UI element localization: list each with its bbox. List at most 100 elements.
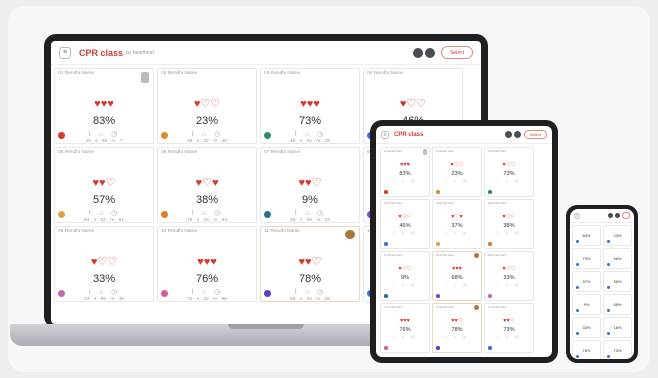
metric-icons: ⌇ ⌂ ◷ [190, 130, 224, 138]
metric-values: 75 s 15 m 63 [187, 218, 227, 223]
student-card[interactable]: 11 Rendhi Name ♥♥♡ 78% ⌇ ⌂ ◷ [432, 303, 482, 353]
student-card[interactable]: 07 Rendhi Name ♥♡♡ 9% ⌇ ⌂ ◷ [380, 251, 430, 301]
phone-hamburger-icon[interactable]: ≡ [574, 212, 580, 219]
student-avatar [264, 289, 271, 297]
phone-student-card[interactable]: 23% [603, 225, 632, 246]
user-dot-button[interactable] [425, 47, 436, 58]
score-percent: 73% [613, 348, 622, 353]
student-card[interactable]: 08 Rendhi Name ♥♥♥ 68% ⌇ ⌂ ◷ [432, 251, 482, 301]
student-card[interactable]: 10 Rendhi Name ♥♥♥ 76% ⌇ ⌂ ◷ 75 s 22 m 68 [157, 226, 257, 302]
metric-values: 23 s 65 m 7 [85, 139, 123, 144]
student-card[interactable]: 09 Rendhi Name ♥♡♡ 33% ⌇ ⌂ ◷ 33 s 65 m 38 [54, 226, 154, 302]
phone-student-card[interactable]: 83% [572, 225, 601, 246]
phone-student-card[interactable]: 57% [572, 271, 601, 292]
heart-filled-icon: ♥ [313, 98, 320, 111]
phone-student-card[interactable]: 38% [603, 271, 632, 292]
laptop-hinge [228, 324, 304, 329]
tablet-select-button[interactable]: Select [523, 130, 547, 139]
student-card[interactable]: 07 Rendhi Name ♥♥♡ 9% ⌇ ⌂ ◷ 48 s 28 m 23 [260, 147, 360, 223]
student-avatar [436, 294, 440, 298]
student-card[interactable]: 09 Rendhi Name ♥♡♡ 33% ⌇ ⌂ ◷ [484, 251, 534, 301]
student-card[interactable]: 12 Rendhi Name ♥♥♡ 73% ⌇ ⌂ ◷ [484, 303, 534, 353]
student-name: 04 Rendhi Name [367, 71, 404, 76]
student-avatar [384, 242, 388, 246]
score-percent: 76% [195, 272, 219, 285]
phone-student-grid: 83% 23% 73% 46% 57% 38% 9% 68% 33% 16% 78% 73% [570, 223, 634, 359]
phone-student-card[interactable]: 73% [603, 340, 632, 359]
hearts-rating: ♥♡♡ [485, 215, 533, 221]
heart-empty-icon: ♡ [210, 98, 221, 111]
camera-notch [236, 34, 282, 40]
metric-icons: ⌇ ⌂ ◷ [445, 282, 469, 287]
student-name: 09 Rendhi Name [488, 254, 507, 257]
heart-filled-icon: ♥ [211, 177, 219, 190]
hamburger-icon[interactable]: ≡ [59, 46, 71, 59]
student-avatar [436, 190, 440, 194]
phone-user-dot[interactable] [615, 213, 620, 218]
score-percent: 33% [582, 325, 591, 330]
score-percent: 78% [582, 348, 591, 353]
heart-empty-icon: ♡ [406, 98, 417, 111]
metric-icons: ⌇ ⌂ ◷ [497, 334, 521, 339]
metric-icons: ⌇ ⌂ ◷ [293, 209, 327, 217]
score-percent: 57% [92, 193, 116, 206]
phone-student-card[interactable]: 46% [603, 248, 632, 269]
tablet-settings-dot[interactable] [504, 131, 512, 138]
student-avatar [488, 346, 492, 350]
metric-icons: ⌇ ⌂ ◷ [445, 178, 469, 183]
tablet-hamburger-icon[interactable]: ≡ [381, 130, 389, 139]
phone-student-card[interactable]: 33% [572, 317, 601, 338]
tablet-app-header: ≡ CPR class Select [376, 126, 552, 144]
phone-student-card[interactable]: 78% [572, 340, 601, 359]
student-card[interactable]: 04 Rendhi Name ♥♡♡ 46%⌇ ⌂ ◷ [380, 199, 430, 249]
student-card[interactable]: 02 Rendhi Name ♥♡♡ 23% ⌇ ⌂ ◷ 38 s 22 m 46 [157, 68, 257, 144]
student-name: 04 Rendhi Name [384, 202, 403, 205]
metric-values: 33 s 65 m 38 [84, 297, 124, 302]
score-percent: 46% [613, 256, 622, 261]
select-button[interactable]: Select [441, 46, 473, 59]
student-card[interactable]: 06 Rendhi Name ♥♡♥ 38% ⌇ ⌂ ◷ 75 s 15 m 63 [157, 147, 257, 223]
student-avatar [384, 190, 388, 194]
student-card[interactable]: 11 Rendhi Name ♥♥♡ 78% ⌇ ⌂ ◷ 65 s 23 m 28 [260, 226, 360, 302]
student-card[interactable]: 03 Rendhi Name ♥♡♡ 73% ⌇ ⌂ ◷ [484, 147, 534, 197]
phone-student-card[interactable]: 16% [603, 317, 632, 338]
metric-icons: ⌇ ⌂ ◷ [393, 178, 417, 183]
score-percent: 9% [302, 193, 318, 206]
student-avatar [607, 263, 610, 266]
score-percent: 78% [298, 272, 322, 285]
student-card[interactable]: 06 Rendhi Name ♥♡♡ 38% ⌇ ⌂ ◷ [484, 199, 534, 249]
score-percent: 46% [399, 223, 411, 230]
student-name: 03 Rendhi Name [264, 71, 301, 76]
phone-student-card[interactable]: 9% [572, 294, 601, 315]
student-name: 02 Rendhi Name [436, 150, 455, 153]
student-avatar [576, 332, 579, 335]
metric-icons: ⌇ ⌂ ◷ [393, 230, 417, 235]
score-percent: 83% [399, 171, 411, 178]
student-avatar [488, 294, 492, 298]
student-avatar [58, 131, 65, 139]
hearts-rating: ♥♡♥ [158, 178, 256, 189]
app-header: ≡ CPR class by heartbeat Select [51, 41, 481, 65]
phone-settings-dot[interactable] [608, 213, 613, 218]
student-name: 09 Rendhi Name [58, 229, 95, 234]
student-card[interactable]: 01 Rendhi Name ♥♥♥ 83% ⌇ ⌂ ◷ 23 s 65 m 7 [54, 68, 154, 144]
tablet-user-dot[interactable] [513, 131, 521, 138]
student-name: 03 Rendhi Name [488, 150, 507, 153]
student-avatar [607, 332, 610, 335]
phone-student-card[interactable]: 73% [572, 248, 601, 269]
student-avatar [384, 346, 388, 350]
grey-badge-icon [140, 71, 149, 83]
student-card[interactable]: 02 Rendhi Name ♥♡♡ 23% ⌇ ⌂ ◷ [432, 147, 482, 197]
phone-select-button[interactable] [622, 212, 630, 219]
score-percent: 37% [451, 223, 463, 230]
student-card[interactable]: 05 Rendhi Name ♥♥♡ 57% ⌇ ⌂ ◷ 54 s 62 m 61 [54, 147, 154, 223]
student-card[interactable]: 01 Rendhi Name ♥♥♥ 83% ⌇ ⌂ ◷ [380, 147, 430, 197]
student-card[interactable]: 05 Rendhi Name ♥♡♥ 37% ⌇ ⌂ ◷ [432, 199, 482, 249]
phone-student-card[interactable]: 68% [603, 294, 632, 315]
score-percent: 33% [503, 275, 515, 282]
score-percent: 73% [503, 171, 515, 178]
student-card[interactable]: 03 Rendhi Name ♥♥♥ 73% ⌇ ⌂ ◷ 45 s 22 m 18 [260, 68, 360, 144]
settings-dot-button[interactable] [413, 47, 424, 58]
student-card[interactable]: 10 Rendhi Name ♥♥♥ 76% ⌇ ⌂ ◷ [380, 303, 430, 353]
score-percent: 78% [451, 327, 463, 334]
